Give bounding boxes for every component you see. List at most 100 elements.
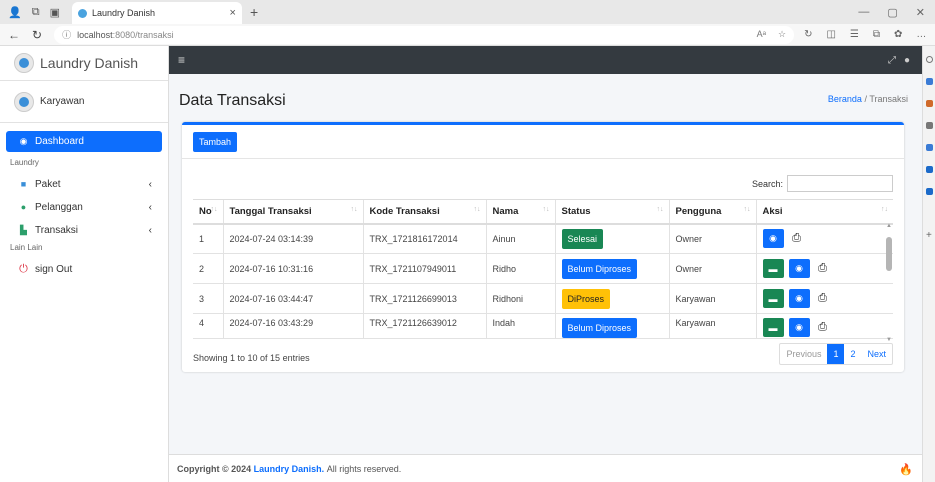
search-label: Search: <box>751 178 783 189</box>
cell-user: Owner <box>668 253 756 284</box>
print-button[interactable]: ⎙ <box>815 289 831 308</box>
chevron-left-icon: ‹ <box>148 201 152 213</box>
add-button[interactable]: Tambah <box>193 131 238 152</box>
copilot-side-icon[interactable] <box>926 78 933 85</box>
sidebar-item-transaksi[interactable]: ▙ Transaksi ‹ <box>6 220 162 240</box>
browser-tab[interactable]: Laundry Danish × <box>71 2 242 24</box>
cart-icon: ▙ <box>20 224 27 235</box>
col-name[interactable]: Nama ↑↓ <box>485 199 555 225</box>
back-icon[interactable]: ← <box>8 28 20 42</box>
search-row: Search: <box>752 175 893 192</box>
add-side-icon[interactable]: + <box>926 231 933 241</box>
col-code[interactable]: Kode Transaksi ↑↓ <box>362 199 486 225</box>
col-status[interactable]: Status ↑↓ <box>554 199 669 225</box>
sidebar-item-label: Pelanggan <box>35 201 83 213</box>
print-button[interactable]: ⎙ <box>815 259 831 278</box>
extensions-icon[interactable]: ✿ <box>894 29 902 40</box>
table-scrollbar[interactable]: ▲ ▼ <box>886 223 892 343</box>
col-date[interactable]: Tanggal Transaksi ↑↓ <box>222 199 363 225</box>
user-menu-icon[interactable]: ● <box>904 55 910 66</box>
scroll-up-icon[interactable]: ▲ <box>886 223 892 229</box>
process-button[interactable]: ▬ <box>762 259 784 278</box>
print-button[interactable]: ⎙ <box>789 229 805 248</box>
sidebar-item-signout[interactable]: ⏻ sign Out <box>6 259 162 279</box>
page-title: Data Transaksi <box>179 92 286 109</box>
profile-icon[interactable]: 👤 <box>8 6 22 19</box>
tools-side-icon[interactable] <box>926 122 933 129</box>
col-user[interactable]: Pengguna ↑↓ <box>668 199 756 225</box>
status-badge: Belum Diproses <box>561 258 638 279</box>
user-panel[interactable]: Karyawan <box>0 81 168 123</box>
view-button[interactable]: ◉ <box>788 318 810 337</box>
user-name: Karyawan <box>40 96 85 107</box>
workspaces-icon[interactable]: ⧉ <box>32 6 40 19</box>
col-no[interactable]: No ↑↓ <box>193 199 223 225</box>
hamburger-menu-icon[interactable]: ≡ <box>178 53 185 67</box>
col-label: Status <box>561 205 591 217</box>
footer-brand-link[interactable]: Laundry Danish. <box>254 464 325 474</box>
sidebar-item-label: Dashboard <box>35 136 84 147</box>
read-aloud-icon[interactable]: Aᵃ <box>757 29 766 40</box>
tab-actions-icon[interactable]: ▣ <box>50 6 60 19</box>
process-button[interactable]: ▬ <box>762 318 784 337</box>
col-label: Aksi <box>762 205 783 217</box>
outlook-side-icon[interactable] <box>926 188 933 195</box>
page-2-button[interactable]: 2 <box>844 344 861 364</box>
favorite-star-icon[interactable]: ☆ <box>778 29 786 40</box>
collections-icon[interactable]: ⧉ <box>873 29 880 40</box>
view-button[interactable]: ◉ <box>788 289 810 308</box>
search-side-icon[interactable] <box>926 56 933 63</box>
brand[interactable]: Laundry Danish <box>0 46 168 81</box>
page-1-button[interactable]: 1 <box>827 344 845 364</box>
sidebar-item-pelanggan[interactable]: ● Pelanggan ‹ <box>6 197 162 217</box>
view-button[interactable]: ◉ <box>788 259 810 278</box>
url-field[interactable]: ⓘ localhost:8080/transaksi Aᵃ ☆ <box>54 25 795 44</box>
sidebar-item-paket[interactable]: ■ Paket ‹ <box>6 174 162 194</box>
print-button[interactable]: ⎙ <box>815 318 831 337</box>
process-button[interactable]: ▬ <box>762 289 784 308</box>
refresh-icon[interactable]: ↻ <box>32 28 42 42</box>
refresh-ext-icon[interactable]: ↻ <box>804 29 812 40</box>
favorites-icon[interactable]: ☰ <box>850 29 859 40</box>
table-row: 4 2024-07-16 03:43:29 TRX_1721126639012 Ind… <box>193 313 893 339</box>
split-screen-icon[interactable]: ◫ <box>826 29 835 40</box>
games-side-icon[interactable] <box>926 144 933 151</box>
status-badge: Selesai <box>561 228 604 249</box>
search-input[interactable] <box>787 175 893 192</box>
scroll-thumb[interactable] <box>886 237 892 271</box>
next-button[interactable]: Next <box>861 344 892 364</box>
power-icon: ⏻ <box>19 262 28 275</box>
new-tab-icon[interactable]: + <box>250 4 258 20</box>
cell-actions: ▬ ◉ ⎙ <box>755 253 893 284</box>
footer-copyright: Copyright © 2024 <box>177 463 252 474</box>
breadcrumb-home[interactable]: Beranda <box>828 94 862 104</box>
cell-name: Ridhoni <box>485 283 555 314</box>
col-actions[interactable]: Aksi ↑↓ <box>755 199 893 225</box>
view-button[interactable]: ◉ <box>762 229 784 249</box>
sidebar-menu: ◉ Dashboard Laundry ■ Paket ‹ ● Pelangga… <box>0 123 168 290</box>
washer-icon: ▬ <box>768 263 778 274</box>
fullscreen-icon[interactable]: ⤢ <box>888 55 896 66</box>
url-host: localhost <box>77 29 113 40</box>
previous-button[interactable]: Previous <box>780 344 827 364</box>
more-icon[interactable]: … <box>916 29 926 40</box>
fire-icon[interactable]: 🔥 <box>899 463 913 476</box>
users-icon: ● <box>20 202 27 212</box>
cell-status: Selesai <box>554 223 669 254</box>
content-area: Data Transaksi Beranda / Transaksi Tamba… <box>169 74 922 454</box>
close-tab-icon[interactable]: × <box>230 7 236 19</box>
restore-icon[interactable]: ▢ <box>887 6 897 19</box>
close-window-icon[interactable]: ✕ <box>916 6 925 19</box>
sort-icon: ↑↓ <box>743 206 751 213</box>
shopping-side-icon[interactable] <box>926 100 933 107</box>
cell-date: 2024-07-16 03:43:29 <box>222 313 363 339</box>
office-side-icon[interactable] <box>926 166 933 173</box>
minimize-icon[interactable]: — <box>858 6 869 19</box>
cell-code: TRX_1721107949011 <box>362 253 486 284</box>
sort-icon: ↑↓ <box>656 206 664 213</box>
pagination: Previous 1 2 Next <box>779 343 893 365</box>
browser-tabbar: 👤 ⧉ ▣ Laundry Danish × + — ▢ ✕ <box>0 0 935 24</box>
sidebar-item-dashboard[interactable]: ◉ Dashboard <box>6 131 162 152</box>
sort-icon: ↑↓ <box>473 206 481 213</box>
sidebar-item-label: sign Out <box>35 263 73 275</box>
